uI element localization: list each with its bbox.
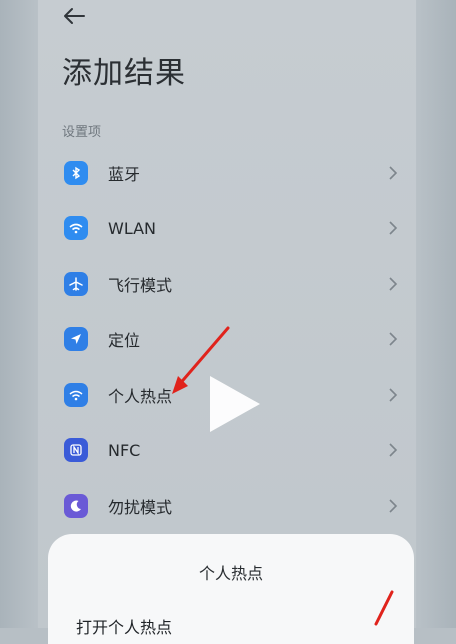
- red-arrow-annotation: [172, 326, 230, 394]
- list-item-label: NFC: [108, 440, 141, 460]
- list-item-airplane-mode[interactable]: 飞行模式: [38, 256, 416, 312]
- bluetooth-icon: [64, 160, 88, 185]
- airplane-icon: [64, 271, 88, 296]
- arrow-left-icon: [64, 8, 85, 24]
- list-item-wlan[interactable]: WLAN: [38, 201, 416, 257]
- list-item-label: 蓝牙: [108, 164, 141, 184]
- list-item-label: 定位: [108, 331, 141, 351]
- chevron-right-icon: [389, 443, 398, 457]
- sheet-option-enable-hotspot[interactable]: 打开个人热点: [76, 614, 172, 638]
- chevron-right-icon: [389, 166, 398, 180]
- red-arrow-annotation: [374, 590, 394, 626]
- list-item-do-not-disturb[interactable]: 勿扰模式: [38, 478, 416, 534]
- list-item-label: 勿扰模式: [108, 497, 173, 517]
- background-right: [416, 0, 456, 628]
- chevron-right-icon: [389, 388, 398, 402]
- chevron-right-icon: [389, 277, 398, 291]
- chevron-right-icon: [389, 332, 398, 346]
- list-item-label: WLAN: [108, 218, 157, 238]
- list-item-bluetooth[interactable]: 蓝牙: [38, 145, 416, 201]
- nfc-icon: [64, 438, 88, 463]
- section-label: 设置项: [62, 125, 102, 140]
- back-button[interactable]: [60, 2, 88, 30]
- chevron-right-icon: [389, 499, 398, 513]
- sheet-title: 个人热点: [198, 564, 263, 583]
- list-item-label: 飞行模式: [108, 275, 173, 295]
- moon-icon: [64, 493, 88, 518]
- chevron-right-icon: [389, 221, 398, 235]
- hotspot-icon: [64, 382, 88, 407]
- background-left: [0, 0, 38, 628]
- page-title: 添加结果: [62, 56, 186, 91]
- wifi-icon: [64, 216, 88, 241]
- location-icon: [64, 327, 88, 352]
